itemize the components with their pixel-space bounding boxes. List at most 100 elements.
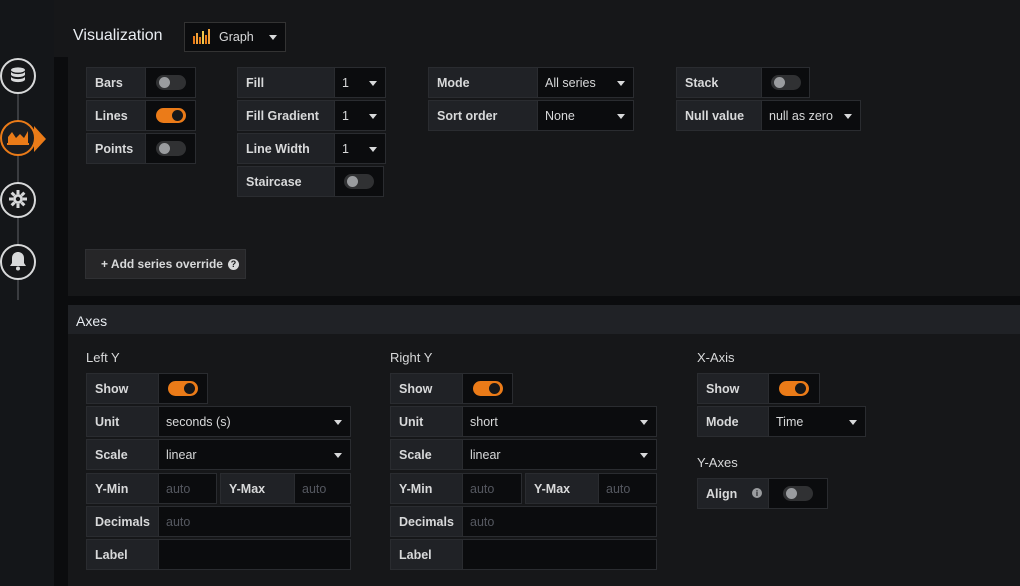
- chevron-down-icon: [369, 81, 377, 86]
- stack-label: Stack: [676, 67, 762, 98]
- queries-tab[interactable]: [0, 58, 36, 94]
- y-axes-title: Y-Axes: [697, 455, 738, 470]
- right-y-decimals-input[interactable]: auto: [462, 506, 657, 537]
- lines-toggle[interactable]: [155, 108, 186, 123]
- right-y-max-input[interactable]: auto: [598, 473, 657, 504]
- chevron-down-icon: [269, 35, 277, 40]
- right-y-title: Right Y: [390, 350, 433, 365]
- points-label: Points: [86, 133, 146, 164]
- line-width-label: Line Width: [237, 133, 335, 164]
- x-axis-mode-value: Time: [776, 414, 804, 429]
- axes-header[interactable]: Axes: [68, 305, 1020, 334]
- staircase-switch[interactable]: [334, 166, 384, 197]
- bars-toggle[interactable]: [155, 75, 186, 90]
- right-y-unit-label: Unit: [390, 406, 463, 437]
- right-y-show-toggle[interactable]: [472, 381, 503, 396]
- visualization-tab[interactable]: [0, 120, 36, 156]
- chevron-down-icon: [640, 420, 648, 425]
- bars-switch[interactable]: [145, 67, 196, 98]
- line-width-select[interactable]: 1: [334, 133, 386, 164]
- left-y-min-placeholder: auto: [166, 481, 191, 496]
- axes-title: Axes: [76, 313, 108, 329]
- fill-value: 1: [342, 75, 349, 90]
- fill-gradient-value: 1: [342, 108, 349, 123]
- null-value-label: Null value: [676, 100, 762, 131]
- right-y-min-label: Y-Min: [390, 473, 463, 504]
- fill-label: Fill: [237, 67, 335, 98]
- right-y-show-switch[interactable]: [462, 373, 513, 404]
- visualization-picker[interactable]: Graph: [184, 22, 286, 52]
- graph-bars-icon: [193, 28, 211, 47]
- question-circle-icon[interactable]: ?: [227, 258, 239, 270]
- info-circle-icon[interactable]: i: [752, 488, 762, 498]
- add-series-override-label: + Add series override: [101, 257, 223, 271]
- left-y-decimals-placeholder: auto: [166, 514, 191, 529]
- right-y-min-input[interactable]: auto: [462, 473, 522, 504]
- left-y-max-input[interactable]: auto: [294, 473, 351, 504]
- left-y-decimals-label: Decimals: [86, 506, 159, 537]
- staircase-label: Staircase: [237, 166, 335, 197]
- right-y-max-placeholder: auto: [606, 481, 631, 496]
- right-y-unit-select[interactable]: short: [462, 406, 657, 437]
- fill-gradient-select[interactable]: 1: [334, 100, 386, 131]
- points-switch[interactable]: [145, 133, 196, 164]
- left-y-max-placeholder: auto: [302, 481, 327, 496]
- tooltip-mode-label: Mode: [428, 67, 538, 98]
- right-y-unit-value: short: [470, 414, 498, 429]
- null-value-select[interactable]: null as zero: [761, 100, 861, 131]
- right-y-scale-select[interactable]: linear: [462, 439, 657, 470]
- y-axes-align-switch[interactable]: [768, 478, 828, 509]
- tooltip-mode-select[interactable]: All series: [537, 67, 634, 98]
- gear-icon: [8, 189, 28, 212]
- lines-switch[interactable]: [145, 100, 196, 131]
- chevron-down-icon: [369, 114, 377, 119]
- stack-switch[interactable]: [761, 67, 810, 98]
- x-axis-show-label: Show: [697, 373, 769, 404]
- editor-rail: [0, 0, 54, 586]
- chevron-down-icon: [617, 81, 625, 86]
- left-y-show-switch[interactable]: [158, 373, 208, 404]
- chevron-down-icon: [334, 420, 342, 425]
- lines-label: Lines: [86, 100, 146, 131]
- left-y-min-input[interactable]: auto: [158, 473, 217, 504]
- staircase-toggle[interactable]: [344, 174, 374, 189]
- editor-header: Visualization Graph: [54, 0, 1020, 57]
- fill-select[interactable]: 1: [334, 67, 386, 98]
- database-icon: [9, 66, 27, 87]
- alert-tab[interactable]: [0, 244, 36, 280]
- left-y-label-label: Label: [86, 539, 159, 570]
- bell-icon: [9, 251, 27, 274]
- left-y-min-label: Y-Min: [86, 473, 159, 504]
- general-tab[interactable]: [0, 182, 36, 218]
- y-axes-align-toggle[interactable]: [783, 486, 813, 501]
- x-axis-mode-label: Mode: [697, 406, 769, 437]
- sort-order-select[interactable]: None: [537, 100, 634, 131]
- x-axis-show-switch[interactable]: [768, 373, 820, 404]
- sort-order-value: None: [545, 108, 575, 123]
- right-y-max-label: Y-Max: [525, 473, 599, 504]
- bars-label: Bars: [86, 67, 146, 98]
- stack-toggle[interactable]: [770, 75, 801, 90]
- right-y-decimals-label: Decimals: [390, 506, 463, 537]
- left-y-label-input[interactable]: [158, 539, 351, 570]
- add-series-override-button[interactable]: + Add series override ?: [85, 249, 246, 279]
- x-axis-show-toggle[interactable]: [779, 381, 809, 396]
- left-y-show-toggle[interactable]: [168, 381, 198, 396]
- chevron-down-icon: [849, 420, 857, 425]
- x-axis-mode-select[interactable]: Time: [768, 406, 866, 437]
- left-y-scale-label: Scale: [86, 439, 159, 470]
- right-y-label-input[interactable]: [462, 539, 657, 570]
- graph-icon: [7, 129, 29, 148]
- left-y-scale-select[interactable]: linear: [158, 439, 351, 470]
- left-y-unit-select[interactable]: seconds (s): [158, 406, 351, 437]
- left-y-max-label: Y-Max: [220, 473, 295, 504]
- right-y-show-label: Show: [390, 373, 463, 404]
- left-y-title: Left Y: [86, 350, 120, 365]
- left-y-scale-value: linear: [166, 447, 197, 462]
- null-value-value: null as zero: [769, 108, 833, 123]
- left-y-decimals-input[interactable]: auto: [158, 506, 351, 537]
- header-title: Visualization: [73, 27, 163, 44]
- right-y-scale-label: Scale: [390, 439, 463, 470]
- points-toggle[interactable]: [155, 141, 186, 156]
- active-tab-arrow: [34, 126, 46, 152]
